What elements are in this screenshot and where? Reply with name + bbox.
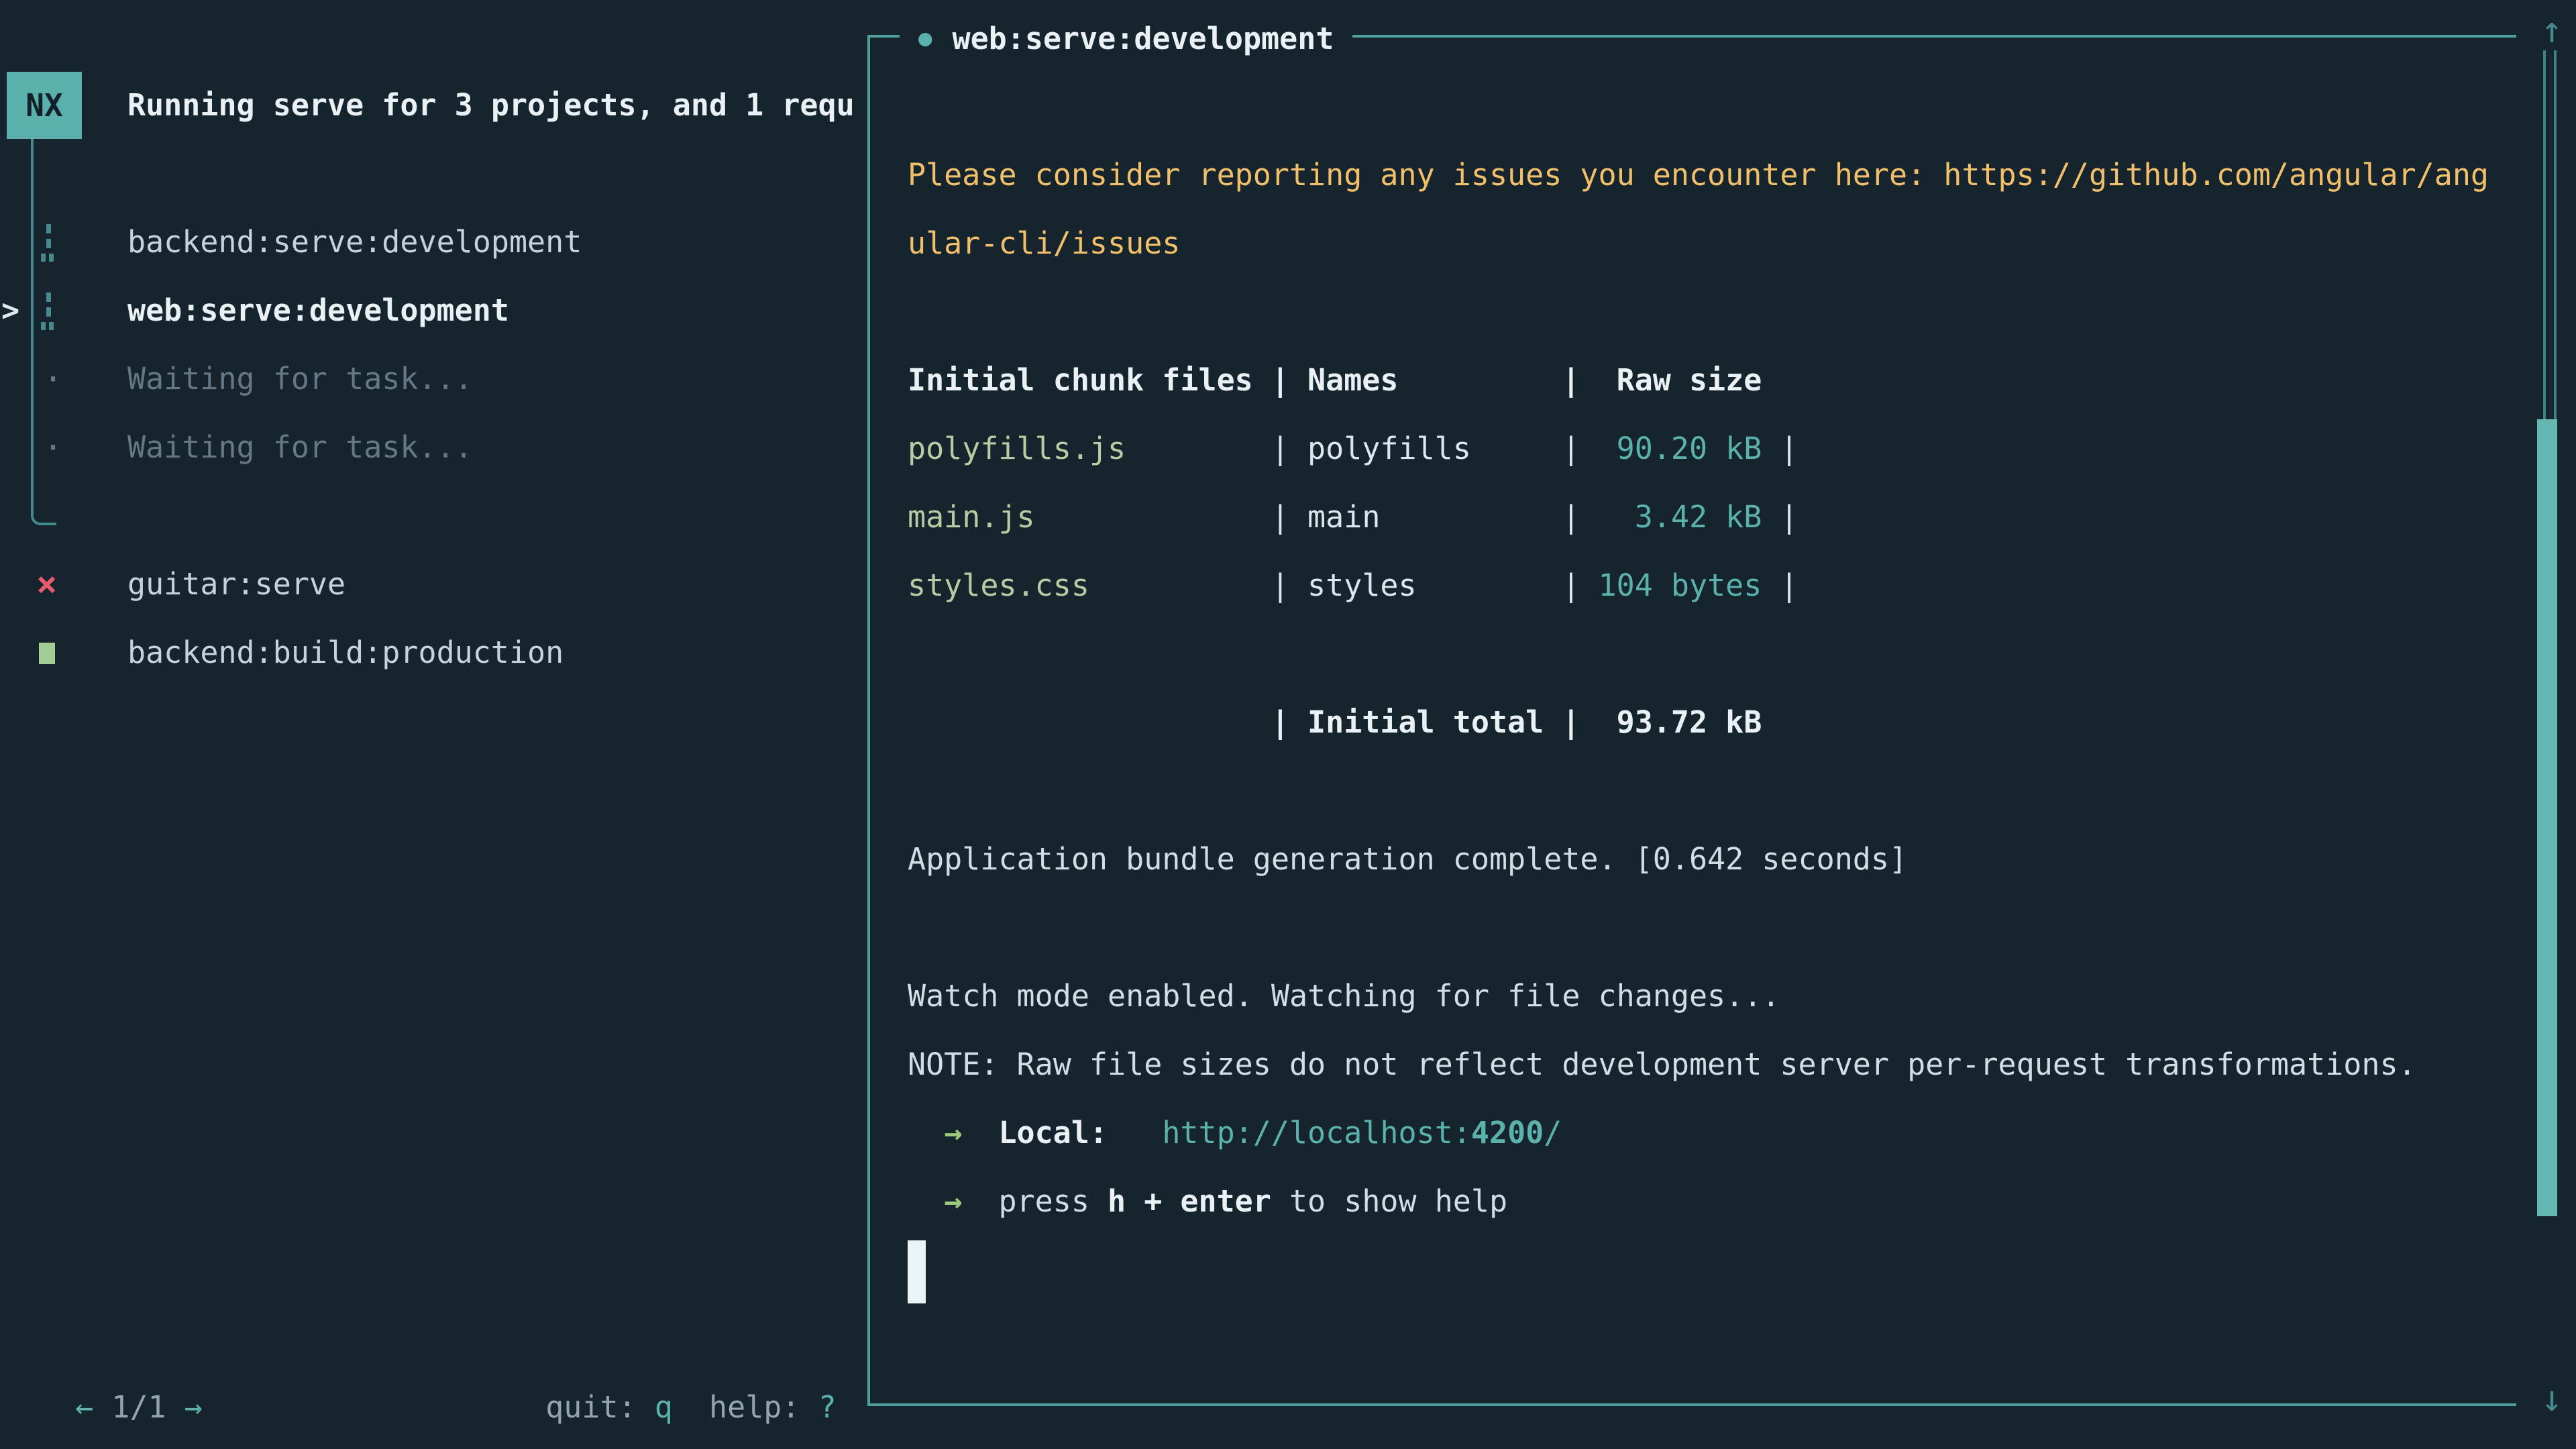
terminal-line: Application bundle generation complete. … xyxy=(908,825,2489,894)
terminal-segment: | xyxy=(1762,499,1798,535)
terminal-segment: Local: xyxy=(998,1115,1108,1150)
nx-logo-badge: NX xyxy=(7,72,82,139)
waiting-dot-icon: · xyxy=(35,345,82,413)
task-list: backend:serve:development > web:serve:deve… xyxy=(0,208,865,687)
task-label: backend:build:production xyxy=(127,619,564,687)
running-dot-icon: ● xyxy=(918,4,932,72)
terminal-segment xyxy=(1126,1183,1144,1219)
terminal-line: Watch mode enabled. Watching for file ch… xyxy=(908,962,2489,1030)
pager-prev-icon[interactable]: ← xyxy=(75,1389,93,1425)
terminal-segment: 90.20 kB xyxy=(1617,431,1762,466)
panel-title: ● web:serve:development xyxy=(900,4,1352,72)
terminal-cursor xyxy=(908,1240,926,1303)
help-hint-label: help: xyxy=(709,1389,800,1425)
terminal-segment: Application bundle generation complete. … xyxy=(908,841,1907,877)
terminal-line: polyfills.js | polyfills | 90.20 kB | xyxy=(908,415,2489,483)
spinner-icon xyxy=(40,291,58,331)
terminal-segment xyxy=(1162,1183,1180,1219)
terminal-segment: press xyxy=(998,1183,1108,1219)
pager-next-icon[interactable]: → xyxy=(184,1389,203,1425)
terminal-output: Please consider reporting any issues you… xyxy=(908,141,2489,1304)
app-status-title: Running serve for 3 projects, and 1 requ xyxy=(127,71,865,140)
terminal-line: ular-cli/issues xyxy=(908,209,2489,278)
success-square-icon xyxy=(35,619,82,687)
terminal-line: → Local: http://localhost:4200/ xyxy=(908,1099,2489,1167)
spinner-icon xyxy=(40,223,58,263)
terminal-segment: Initial chunk files | Names | Raw size xyxy=(908,362,1762,398)
terminal-segment: NOTE: Raw file sizes do not reflect deve… xyxy=(908,1046,2416,1082)
terminal-line: Please consider reporting any issues you… xyxy=(908,141,2489,209)
waiting-dot-icon: · xyxy=(35,413,82,482)
terminal-segment: h xyxy=(1108,1183,1126,1219)
terminal-line: → press h + enter to show help xyxy=(908,1167,2489,1236)
scrollbar-track xyxy=(2543,50,2557,419)
terminal-line: | Initial total | 93.72 kB xyxy=(908,688,2489,757)
terminal-segment: | main | xyxy=(1035,499,1635,535)
terminal-segment: | styles | xyxy=(1089,568,1599,603)
terminal-segment xyxy=(908,1183,944,1219)
local-url-link[interactable]: 4200 xyxy=(1471,1115,1544,1150)
terminal-line xyxy=(908,620,2489,688)
terminal-segment xyxy=(1108,1115,1162,1150)
terminal-segment: 104 bytes xyxy=(1599,568,1762,603)
task-label: web:serve:development xyxy=(127,276,509,345)
keyboard-hints: quit: q help: ? xyxy=(509,1305,837,1373)
terminal-segment: Watch mode enabled. Watching for file ch… xyxy=(908,978,1780,1014)
terminal-line xyxy=(908,278,2489,346)
panel-title-label: web:serve:development xyxy=(952,21,1334,56)
spinner-icon-slot xyxy=(35,208,82,276)
prompt-arrow-icon: → xyxy=(944,1115,962,1150)
terminal-line: styles.css | styles | 104 bytes | xyxy=(908,551,2489,620)
terminal-segment: styles.css xyxy=(908,568,1089,603)
terminal-segment: ular-cli/issues xyxy=(908,225,1180,261)
terminal-line: Initial chunk files | Names | Raw size xyxy=(908,346,2489,415)
terminal-line xyxy=(908,894,2489,962)
task-label: guitar:serve xyxy=(127,550,345,619)
quit-key: q xyxy=(655,1389,673,1425)
prompt-arrow-icon: → xyxy=(944,1183,962,1219)
task-label: Waiting for task... xyxy=(127,413,473,482)
terminal-line xyxy=(908,757,2489,825)
terminal-segment: | xyxy=(1762,568,1798,603)
task-row[interactable]: · Waiting for task... xyxy=(0,345,865,413)
terminal-segment: to show help xyxy=(1271,1183,1507,1219)
task-row[interactable]: backend:build:production xyxy=(0,619,865,687)
terminal-segment xyxy=(908,1115,944,1150)
task-label: backend:serve:development xyxy=(127,208,582,276)
terminal-segment: | polyfills | xyxy=(1126,431,1617,466)
failed-x-icon: × xyxy=(35,550,82,619)
task-row[interactable]: × guitar:serve xyxy=(0,550,865,619)
terminal-segment: | xyxy=(1762,431,1798,466)
scroll-down-icon[interactable]: ↓ xyxy=(2533,1365,2571,1432)
task-row[interactable]: > web:serve:development xyxy=(0,276,865,345)
spinner-icon-slot xyxy=(35,276,82,345)
terminal-line xyxy=(908,1236,2489,1304)
terminal-segment: enter xyxy=(1180,1183,1271,1219)
page-indicator: 1/1 xyxy=(111,1389,166,1425)
terminal-segment: main.js xyxy=(908,499,1035,535)
task-label: Waiting for task... xyxy=(127,345,473,413)
help-key: ? xyxy=(818,1389,837,1425)
terminal-line: NOTE: Raw file sizes do not reflect deve… xyxy=(908,1030,2489,1099)
task-row[interactable]: backend:serve:development xyxy=(0,208,865,276)
terminal-segment: Please consider reporting any issues you… xyxy=(908,157,2489,193)
terminal-segment: 3.42 kB xyxy=(1635,499,1762,535)
task-row[interactable]: · Waiting for task... xyxy=(0,413,865,482)
local-url-link[interactable]: http://localhost: xyxy=(1162,1115,1471,1150)
terminal-line: main.js | main | 3.42 kB | xyxy=(908,483,2489,551)
quit-hint-label: quit: xyxy=(545,1389,636,1425)
terminal-segment: + xyxy=(1144,1183,1162,1219)
selected-caret-icon: > xyxy=(1,276,19,345)
scrollbar-thumb[interactable] xyxy=(2537,419,2557,1216)
pagination: ← 1/1 → xyxy=(39,1305,203,1373)
terminal-segment xyxy=(962,1183,998,1219)
terminal-segment: polyfills.js xyxy=(908,431,1126,466)
terminal-segment: | Initial total | 93.72 kB xyxy=(908,704,1762,740)
local-url-link[interactable]: / xyxy=(1544,1115,1562,1150)
terminal-segment xyxy=(962,1115,998,1150)
